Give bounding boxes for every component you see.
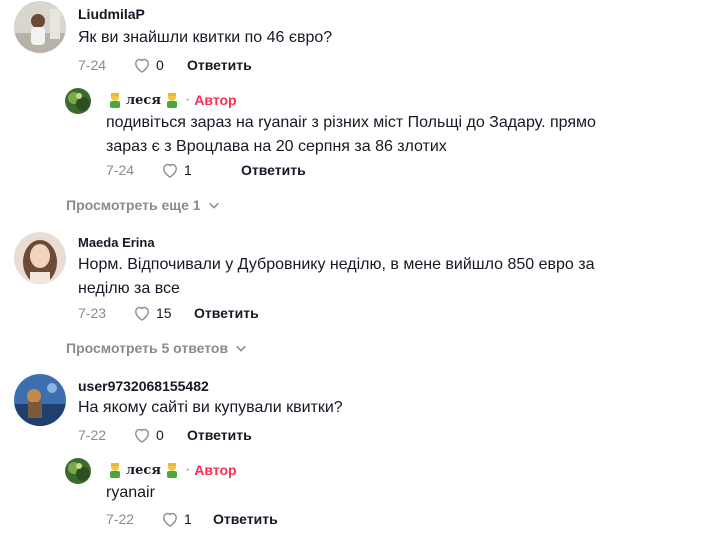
reply-text: ryanair xyxy=(106,484,155,501)
person-emoji-icon xyxy=(163,91,181,109)
reply-date: 7-22 xyxy=(106,511,135,527)
view-more-replies[interactable]: Просмотреть еще 1 xyxy=(66,197,221,213)
reply-text: подивіться зараз на ryanair з різних міс… xyxy=(106,111,596,159)
view-more-label: Просмотреть 5 ответов xyxy=(66,340,229,356)
reply-text-line: зараз є з Вроцлава на 20 серпня за 86 зл… xyxy=(106,138,447,155)
reply-username[interactable]: леся xyxy=(126,93,161,108)
like-button[interactable]: 0 xyxy=(132,425,164,445)
like-button[interactable]: 15 xyxy=(132,303,172,323)
comment-date: 7-24 xyxy=(78,57,107,73)
reply-name-row: леся · Автор xyxy=(106,460,237,480)
separator-dot: · xyxy=(184,461,191,478)
reply-name-row: леся · Автор xyxy=(106,90,237,110)
comment-date: 7-23 xyxy=(78,305,107,321)
heart-outline-icon xyxy=(163,512,177,527)
like-button[interactable]: 1 xyxy=(160,160,192,180)
like-button[interactable]: 0 xyxy=(132,55,164,75)
person-emoji-icon xyxy=(106,91,124,109)
reply-button[interactable]: Ответить xyxy=(187,57,252,73)
person-emoji-icon xyxy=(163,461,181,479)
reply-button[interactable]: Ответить xyxy=(187,427,252,443)
reply-text-line: подивіться зараз на ryanair з різних міс… xyxy=(106,114,596,131)
view-more-replies[interactable]: Просмотреть 5 ответов xyxy=(66,340,248,356)
comment-meta: 7-23 15 Ответить xyxy=(78,303,259,323)
comment-text: На якому сайті ви купували квитки? xyxy=(78,399,343,416)
heart-outline-icon xyxy=(135,306,149,321)
reply-username[interactable]: леся xyxy=(126,463,161,478)
like-count: 1 xyxy=(184,511,192,527)
heart-outline-icon xyxy=(135,58,149,73)
avatar[interactable] xyxy=(14,1,66,53)
like-count: 1 xyxy=(184,162,192,178)
like-count: 15 xyxy=(156,305,172,321)
author-badge: Автор xyxy=(194,462,237,478)
person-emoji-icon xyxy=(106,461,124,479)
comment-username[interactable]: LiudmilaP xyxy=(78,6,145,22)
reply-button[interactable]: Ответить xyxy=(213,511,278,527)
reply-button[interactable]: Ответить xyxy=(241,162,306,178)
comment-meta: 7-22 0 Ответить xyxy=(78,425,252,445)
avatar[interactable] xyxy=(65,88,91,114)
like-count: 0 xyxy=(156,427,164,443)
comment-text: Норм. Відпочивали у Дубровнику неділю, в… xyxy=(78,253,595,301)
heart-outline-icon xyxy=(135,428,149,443)
chevron-down-icon xyxy=(236,345,247,352)
avatar[interactable] xyxy=(14,232,66,284)
comment-username[interactable]: user9732068155482 xyxy=(78,378,209,394)
comment-text-line: неділю за все xyxy=(78,280,180,297)
avatar[interactable] xyxy=(14,374,66,426)
comment-text: Як ви знайшли квитки по 46 євро? xyxy=(78,29,333,46)
avatar[interactable] xyxy=(65,458,91,484)
comment-username[interactable]: Maeda Erina xyxy=(78,235,155,250)
author-badge: Автор xyxy=(194,92,237,108)
reply-meta: 7-24 1 Ответить xyxy=(106,160,306,180)
comment-text-line: Норм. Відпочивали у Дубровнику неділю, в… xyxy=(78,256,595,273)
comment-date: 7-22 xyxy=(78,427,107,443)
like-count: 0 xyxy=(156,57,164,73)
like-button[interactable]: 1 xyxy=(160,509,192,529)
heart-outline-icon xyxy=(163,163,177,178)
reply-button[interactable]: Ответить xyxy=(194,305,259,321)
reply-date: 7-24 xyxy=(106,162,135,178)
chevron-down-icon xyxy=(208,202,219,209)
reply-meta: 7-22 1 Ответить xyxy=(106,509,278,529)
comment-meta: 7-24 0 Ответить xyxy=(78,55,252,75)
view-more-label: Просмотреть еще 1 xyxy=(66,197,201,213)
separator-dot: · xyxy=(184,91,191,108)
